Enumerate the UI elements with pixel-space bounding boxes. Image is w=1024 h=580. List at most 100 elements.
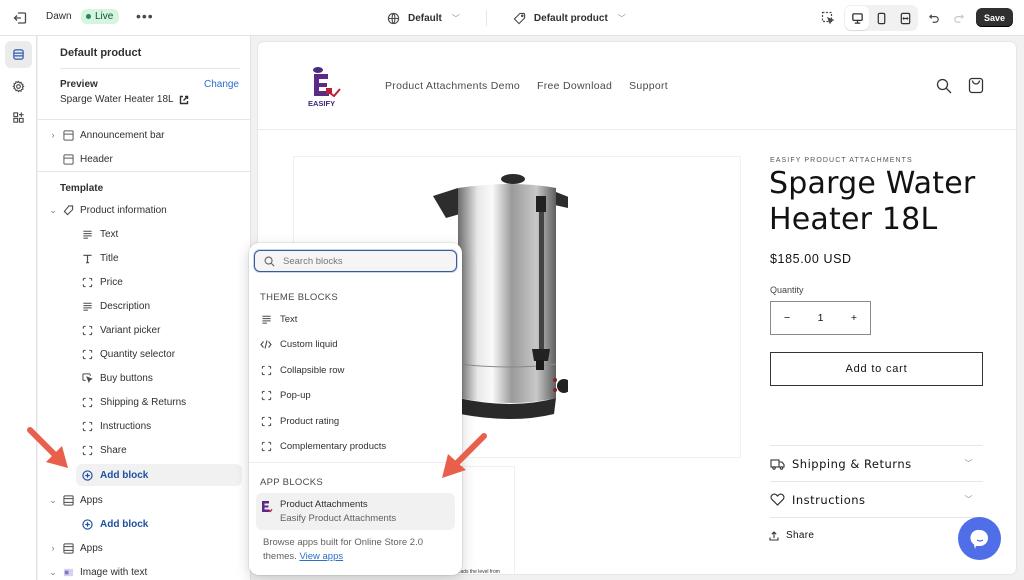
redo-icon xyxy=(952,12,965,25)
nav-link[interactable]: Free Download xyxy=(537,80,612,92)
gear-icon xyxy=(12,80,25,93)
accordion-shipping-returns[interactable]: Shipping & Returns ﹀ xyxy=(770,445,983,481)
text-lines-icon xyxy=(260,314,272,325)
save-button[interactable]: Save xyxy=(976,8,1013,27)
block-price[interactable]: Price xyxy=(38,271,250,293)
chevron-right-icon[interactable]: › xyxy=(48,130,58,140)
desktop-view-button[interactable] xyxy=(845,6,869,30)
theme-block-collapsible-row[interactable]: Collapsible row xyxy=(254,359,457,381)
full-width-view-button[interactable] xyxy=(893,6,917,30)
nav-link[interactable]: Product Attachments Demo xyxy=(385,80,520,92)
store-nav: Product Attachments Demo Free Download S… xyxy=(385,80,668,92)
live-dot-icon xyxy=(86,14,91,19)
theme-name: Dawn xyxy=(46,11,72,22)
section-product-information[interactable]: ⌄ Product information xyxy=(38,199,250,221)
add-to-cart-button[interactable]: Add to cart xyxy=(770,352,983,386)
inspector-button[interactable] xyxy=(816,6,840,30)
block-text[interactable]: Text xyxy=(38,223,250,245)
share-button[interactable]: Share xyxy=(769,530,814,541)
block-variant-picker[interactable]: Variant picker xyxy=(38,319,250,341)
block-buy-buttons[interactable]: Buy buttons xyxy=(38,368,250,390)
header-section-icon xyxy=(62,129,74,141)
theme-block-text[interactable]: Text xyxy=(254,308,457,330)
add-block-popover: THEME BLOCKS Text Custom liquid Collapsibl… xyxy=(249,243,462,575)
block-label: Buy buttons xyxy=(100,373,153,385)
section-header[interactable]: Header xyxy=(38,148,250,170)
text-lines-icon xyxy=(81,300,93,312)
cart-icon[interactable] xyxy=(968,77,984,94)
chevron-down-icon[interactable]: ⌄ xyxy=(48,567,58,578)
undo-icon xyxy=(928,12,941,25)
theme-block-custom-liquid[interactable]: Custom liquid xyxy=(254,334,457,356)
section-label: Announcement bar xyxy=(80,129,165,141)
block-title[interactable]: Title xyxy=(38,247,250,269)
app-block-product-attachments[interactable]: Product Attachments Easify Product Attac… xyxy=(256,493,455,530)
search-blocks-input[interactable] xyxy=(283,255,443,267)
search-blocks-field[interactable] xyxy=(254,250,457,272)
exit-icon[interactable] xyxy=(12,10,28,26)
block-placeholder-icon xyxy=(81,397,93,409)
nav-link[interactable]: Support xyxy=(629,80,668,92)
divider xyxy=(38,119,250,120)
quantity-value[interactable]: 1 xyxy=(818,312,824,324)
chevron-down-icon[interactable]: ⌄ xyxy=(48,495,58,506)
section-icon xyxy=(62,542,74,554)
block-share[interactable]: Share xyxy=(38,440,250,462)
viewport-toggle-group xyxy=(844,5,918,31)
theme-block-label: Pop-up xyxy=(280,390,311,401)
market-dropdown[interactable]: Default ﹀ xyxy=(383,12,464,25)
apps-add-block-button[interactable]: Add block xyxy=(38,513,250,535)
chevron-right-icon[interactable]: › xyxy=(48,543,58,553)
block-placeholder-icon xyxy=(260,390,272,401)
template-dropdown[interactable]: Default product ﹀ xyxy=(509,12,630,25)
plus-circle-icon xyxy=(81,469,93,481)
chevron-down-icon: ﹀ xyxy=(617,13,626,23)
icon-rail xyxy=(0,36,37,580)
block-placeholder-icon xyxy=(81,421,93,433)
block-label: Quantity selector xyxy=(100,349,176,360)
sections-rail-button[interactable] xyxy=(5,41,32,68)
market-label: Default xyxy=(408,12,442,24)
redo-button[interactable] xyxy=(946,6,970,30)
quantity-decrease-button[interactable]: − xyxy=(784,312,790,324)
product-thumbnail[interactable] xyxy=(453,466,515,574)
chat-widget-button[interactable] xyxy=(958,517,1001,560)
section-apps-2[interactable]: › Apps xyxy=(38,537,250,559)
app-embeds-rail-button[interactable] xyxy=(5,104,32,131)
mobile-view-button[interactable] xyxy=(869,6,893,30)
plus-circle-icon xyxy=(81,518,93,530)
theme-settings-rail-button[interactable] xyxy=(5,73,32,100)
block-placeholder-icon xyxy=(260,365,272,376)
block-quantity-selector[interactable]: Quantity selector xyxy=(38,344,250,366)
block-description[interactable]: Description xyxy=(38,295,250,317)
change-preview-link[interactable]: Change xyxy=(204,79,239,90)
search-icon[interactable] xyxy=(936,78,952,94)
accordion-instructions[interactable]: Instructions ﹀ xyxy=(770,481,983,517)
heart-icon xyxy=(770,493,786,506)
easify-app-icon xyxy=(261,500,273,513)
store-logo[interactable]: EASIFY xyxy=(306,64,346,108)
add-block-button[interactable]: Add block xyxy=(76,464,242,486)
chevron-down-icon[interactable]: ⌄ xyxy=(48,205,58,216)
section-announcement-bar[interactable]: › Announcement bar xyxy=(38,124,250,146)
quantity-stepper[interactable]: − 1 + xyxy=(770,301,871,335)
view-apps-link[interactable]: View apps xyxy=(299,551,343,562)
quantity-increase-button[interactable]: + xyxy=(851,312,857,324)
thumbnail-caption: reads the level from xyxy=(456,569,500,574)
theme-block-product-rating[interactable]: Product rating xyxy=(254,410,457,432)
block-instructions[interactable]: Instructions xyxy=(38,416,250,438)
block-shipping-returns[interactable]: Shipping & Returns xyxy=(38,392,250,414)
product-vendor: EASIFY PRODUCT ATTACHMENTS xyxy=(770,157,913,164)
theme-block-complementary-products[interactable]: Complementary products xyxy=(254,436,457,458)
preview-product[interactable]: Sparge Water Heater 18L xyxy=(60,94,189,105)
more-actions-button[interactable]: ••• xyxy=(136,9,154,23)
theme-block-pop-up[interactable]: Pop-up xyxy=(254,385,457,407)
template-heading: Template xyxy=(60,183,104,194)
block-placeholder-icon xyxy=(260,441,272,452)
section-apps[interactable]: ⌄ Apps xyxy=(38,489,250,511)
add-block-label: Add block xyxy=(100,518,149,530)
section-image-with-text[interactable]: ⌄ Image with text xyxy=(38,561,250,580)
app-block-vendor: Easify Product Attachments xyxy=(280,513,397,524)
sections-icon xyxy=(12,48,25,61)
undo-button[interactable] xyxy=(922,6,946,30)
